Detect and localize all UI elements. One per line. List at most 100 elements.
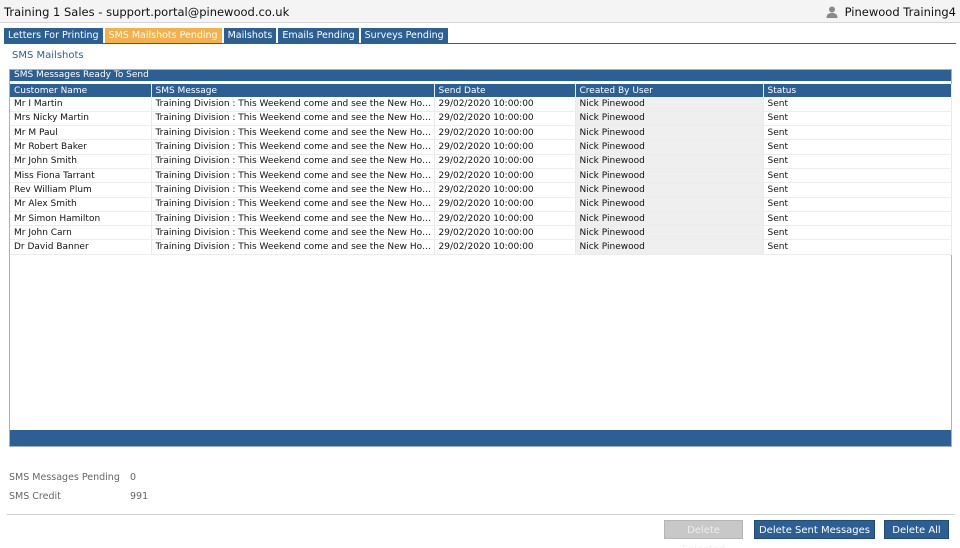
customer-name-cell: Mr I Martin [10,97,152,112]
table-row[interactable]: Mr Alex Smith Training Division : This We… [10,197,952,212]
user-name: Pinewood Training4 [844,5,956,19]
column-header-customer-name[interactable]: Customer Name [10,84,152,97]
tab-bar: Letters For Printing SMS Mailshots Pendi… [4,28,450,43]
sms-message-cell: Training Division : This Weekend come an… [151,139,435,155]
created-by-user-cell: Nick Pinewood [575,97,764,112]
table-row[interactable]: Mr John Carn Training Division : This Wee… [10,225,952,241]
credit-value: 991 [130,491,149,502]
table-row[interactable]: Mr I Martin Training Division : This Week… [10,97,952,112]
status-cell: Sent [763,197,952,212]
column-header-status[interactable]: Status [763,84,952,97]
table-row[interactable]: Dr David Banner Training Division : This … [10,239,952,255]
send-date-cell: 29/02/2020 10:00:00 [434,97,576,112]
table-row[interactable]: Rev William Plum Training Division : This… [10,182,952,198]
created-by-user-cell: Nick Pinewood [575,225,764,241]
customer-name-cell: Mr Alex Smith [10,197,152,212]
table-row[interactable]: Mr John Smith Training Division : This We… [10,154,952,169]
table-row[interactable]: Mr M Paul Training Division : This Weeken… [10,125,952,141]
created-by-user-cell: Nick Pinewood [575,111,764,127]
customer-name-cell: Mr Robert Baker [10,139,152,155]
sms-message-cell: Training Division : This Weekend come an… [151,111,435,127]
created-by-user-cell: Nick Pinewood [575,154,764,169]
customer-name-cell: Dr David Banner [10,239,152,255]
tab-letters-for-printing[interactable]: Letters For Printing [4,28,103,43]
status-cell: Sent [763,239,952,255]
tab-divider [4,43,956,44]
column-header-sms-message[interactable]: SMS Message [151,84,435,97]
delete-selected-button[interactable]: Delete Selected [664,520,743,548]
tab-surveys-pending[interactable]: Surveys Pending [360,28,448,43]
tab-mailshots[interactable]: Mailshots [223,28,277,43]
footer-divider [7,514,955,515]
status-cell: Sent [763,97,952,112]
pending-value: 0 [130,472,137,483]
status-cell: Sent [763,211,952,227]
status-cell: Sent [763,154,952,169]
send-date-cell: 29/02/2020 10:00:00 [434,154,576,169]
created-by-user-cell: Nick Pinewood [575,197,764,212]
delete-sent-messages-button[interactable]: Delete Sent Messages [754,520,875,539]
sms-messages-panel: SMS Messages Ready To Send Customer Name… [9,69,952,447]
status-cell: Sent [763,125,952,141]
sms-message-cell: Training Division : This Weekend come an… [151,225,435,241]
messages-table: Customer Name SMS Message Send Date Crea… [10,84,952,255]
send-date-cell: 29/02/2020 10:00:00 [434,239,576,255]
customer-name-cell: Rev William Plum [10,182,152,198]
status-cell: Sent [763,225,952,241]
send-date-cell: 29/02/2020 10:00:00 [434,125,576,141]
column-header-created-by-user[interactable]: Created By User [575,84,764,97]
sms-message-cell: Training Division : This Weekend come an… [151,182,435,198]
status-cell: Sent [763,111,952,127]
send-date-cell: 29/02/2020 10:00:00 [434,197,576,212]
window-title: Training 1 Sales - support.portal@pinewo… [4,5,290,19]
user-icon [826,6,838,18]
sms-message-cell: Training Division : This Weekend come an… [151,97,435,112]
send-date-cell: 29/02/2020 10:00:00 [434,182,576,198]
status-cell: Sent [763,139,952,155]
stat-credit-row: SMS Credit 991 [9,491,148,510]
credit-label: SMS Credit [9,491,61,502]
created-by-user-cell: Nick Pinewood [575,182,764,198]
created-by-user-cell: Nick Pinewood [575,139,764,155]
created-by-user-cell: Nick Pinewood [575,125,764,141]
created-by-user-cell: Nick Pinewood [575,239,764,255]
send-date-cell: 29/02/2020 10:00:00 [434,111,576,127]
table-row[interactable]: Mr Simon Hamilton Training Division : Thi… [10,211,952,227]
customer-name-cell: Mr Simon Hamilton [10,211,152,227]
sms-stats: SMS Messages Pending 0 SMS Credit 991 [9,472,148,510]
status-cell: Sent [763,182,952,198]
tab-sms-mailshots-pending[interactable]: SMS Mailshots Pending [104,28,222,43]
sms-message-cell: Training Division : This Weekend come an… [151,125,435,141]
panel-footer-bar [10,430,951,446]
table-row[interactable]: Mrs Nicky Martin Training Division : This… [10,111,952,127]
sms-message-cell: Training Division : This Weekend come an… [151,168,435,184]
title-bar: Training 1 Sales - support.portal@pinewo… [0,0,960,23]
created-by-user-cell: Nick Pinewood [575,168,764,184]
table-header-row: Customer Name SMS Message Send Date Crea… [10,84,952,97]
customer-name-cell: Miss Fiona Tarrant [10,168,152,184]
table-row[interactable]: Miss Fiona Tarrant Training Division : Th… [10,168,952,184]
breadcrumb: SMS Mailshots [12,50,84,61]
panel-title: SMS Messages Ready To Send [10,70,951,81]
customer-name-cell: Mr M Paul [10,125,152,141]
stat-pending-row: SMS Messages Pending 0 [9,472,148,491]
send-date-cell: 29/02/2020 10:00:00 [434,139,576,155]
created-by-user-cell: Nick Pinewood [575,211,764,227]
send-date-cell: 29/02/2020 10:00:00 [434,168,576,184]
status-cell: Sent [763,168,952,184]
column-header-send-date[interactable]: Send Date [434,84,576,97]
table-row[interactable]: Mr Robert Baker Training Division : This … [10,139,952,155]
pending-label: SMS Messages Pending [9,472,120,483]
messages-grid[interactable]: Customer Name SMS Message Send Date Crea… [10,84,952,431]
tab-emails-pending[interactable]: Emails Pending [278,28,359,43]
user-menu[interactable]: Pinewood Training4 [825,5,956,19]
send-date-cell: 29/02/2020 10:00:00 [434,225,576,241]
sms-message-cell: Training Division : This Weekend come an… [151,211,435,227]
delete-all-button[interactable]: Delete All [884,520,949,539]
sms-message-cell: Training Division : This Weekend come an… [151,197,435,212]
customer-name-cell: Mrs Nicky Martin [10,111,152,127]
sms-message-cell: Training Division : This Weekend come an… [151,154,435,169]
customer-name-cell: Mr John Carn [10,225,152,241]
send-date-cell: 29/02/2020 10:00:00 [434,211,576,227]
customer-name-cell: Mr John Smith [10,154,152,169]
